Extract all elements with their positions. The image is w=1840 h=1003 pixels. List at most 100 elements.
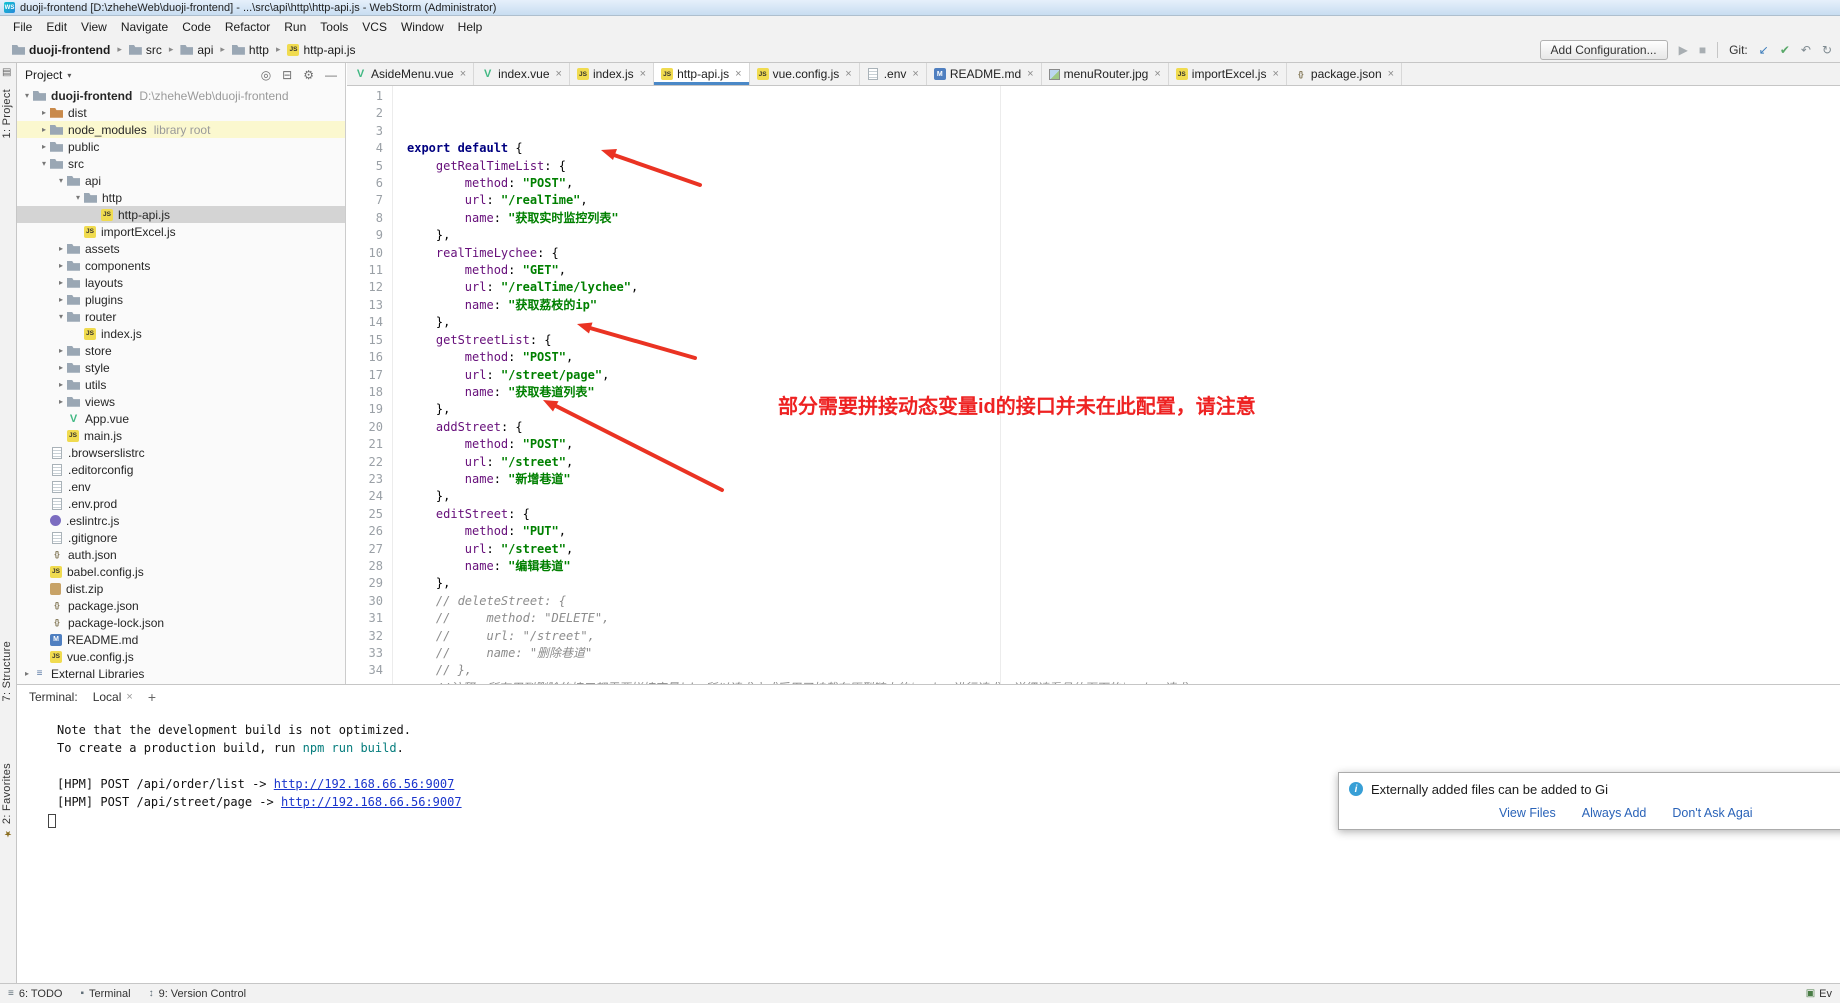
tree-item[interactable]: ▾src [17, 155, 345, 172]
tree-item[interactable]: ▸style [17, 359, 345, 376]
tool-button-favorites[interactable]: ★ 2: Favorites [1, 763, 13, 838]
hide-panel-icon[interactable]: — [325, 68, 337, 82]
breadcrumb-item[interactable]: src [125, 42, 166, 58]
tree-item[interactable]: {}package-lock.json [17, 614, 345, 631]
menu-code[interactable]: Code [175, 18, 218, 36]
breadcrumb-item[interactable]: JShttp-api.js [283, 42, 359, 58]
menu-file[interactable]: File [6, 18, 39, 36]
statusbar-event-log[interactable]: ▣ Ev [1806, 988, 1832, 1000]
tab-close-icon[interactable]: × [126, 691, 132, 703]
tab-close-icon[interactable]: × [1272, 68, 1278, 80]
tab-index.js[interactable]: JSindex.js× [570, 63, 654, 85]
tree-item[interactable]: .editorconfig [17, 461, 345, 478]
menu-edit[interactable]: Edit [39, 18, 74, 36]
notification-action-always-add[interactable]: Always Add [1582, 806, 1647, 820]
tree-item[interactable]: ▸plugins [17, 291, 345, 308]
chevron-right-icon[interactable]: ▸ [21, 669, 33, 678]
editor-code[interactable]: export default { getRealTimeList: { meth… [393, 86, 1840, 684]
menu-refactor[interactable]: Refactor [218, 18, 277, 36]
locate-file-icon[interactable]: ◎ [261, 68, 271, 82]
terminal-cursor[interactable] [48, 814, 56, 828]
tab-http-api.js[interactable]: JShttp-api.js× [654, 63, 749, 85]
tree-item[interactable]: ▸views [17, 393, 345, 410]
breadcrumb-item[interactable]: duoji-frontend [8, 42, 114, 58]
chevron-right-icon[interactable]: ▸ [55, 278, 67, 287]
tree-item[interactable]: .env.prod [17, 495, 345, 512]
tree-item[interactable]: .gitignore [17, 529, 345, 546]
chevron-right-icon[interactable]: ▸ [55, 380, 67, 389]
chevron-down-icon[interactable]: ▾ [72, 193, 84, 202]
notification-action-view-files[interactable]: View Files [1499, 806, 1556, 820]
tree-item[interactable]: .env [17, 478, 345, 495]
chevron-right-icon[interactable]: ▸ [38, 108, 50, 117]
tab-package.json[interactable]: {}package.json× [1287, 63, 1402, 85]
tree-item[interactable]: JShttp-api.js [17, 206, 345, 223]
chevron-right-icon[interactable]: ▸ [55, 363, 67, 372]
tree-item[interactable]: {}auth.json [17, 546, 345, 563]
chevron-right-icon[interactable]: ▸ [38, 125, 50, 134]
chevron-right-icon[interactable]: ▸ [38, 142, 50, 151]
terminal-link[interactable]: http://192.168.66.56:9007 [274, 777, 455, 791]
chevron-right-icon[interactable]: ▸ [55, 346, 67, 355]
statusbar-versioncontrol[interactable]: ↕9: Version Control [149, 988, 246, 1000]
tree-item[interactable]: ▸components [17, 257, 345, 274]
tab-close-icon[interactable]: × [640, 68, 646, 80]
menu-vcs[interactable]: VCS [355, 18, 394, 36]
tab-.env[interactable]: .env× [860, 63, 927, 85]
add-configuration-button[interactable]: Add Configuration... [1540, 40, 1668, 60]
tree-item[interactable]: ▸node_moduleslibrary root [17, 121, 345, 138]
chevron-right-icon[interactable]: ▸ [55, 295, 67, 304]
stop-icon[interactable]: ■ [1699, 44, 1706, 56]
tree-item[interactable]: JSbabel.config.js [17, 563, 345, 580]
tab-index.vue[interactable]: Vindex.vue× [474, 63, 570, 85]
tree-item[interactable]: ▸store [17, 342, 345, 359]
tab-README.md[interactable]: MREADME.md× [927, 63, 1042, 85]
project-panel-title[interactable]: Project [25, 68, 62, 82]
tab-close-icon[interactable]: × [912, 68, 918, 80]
tree-item[interactable]: ▾api [17, 172, 345, 189]
tree-item[interactable]: JSimportExcel.js [17, 223, 345, 240]
tab-menuRouter.jpg[interactable]: menuRouter.jpg× [1042, 63, 1169, 85]
tree-item[interactable]: VApp.vue [17, 410, 345, 427]
tree-item[interactable]: JSmain.js [17, 427, 345, 444]
tool-window-switcher-icon[interactable]: ▤ [2, 67, 11, 78]
chevron-down-icon[interactable]: ▾ [67, 71, 71, 80]
settings-gear-icon[interactable]: ⚙ [303, 68, 314, 82]
statusbar-terminal[interactable]: ▪Terminal [80, 988, 130, 1000]
tab-close-icon[interactable]: × [1027, 68, 1033, 80]
tree-item[interactable]: dist.zip [17, 580, 345, 597]
tab-close-icon[interactable]: × [1388, 68, 1394, 80]
chevron-down-icon[interactable]: ▾ [55, 176, 67, 185]
tree-item[interactable]: JSvue.config.js [17, 648, 345, 665]
statusbar-todo[interactable]: ≡6: TODO [8, 988, 62, 1000]
tree-item[interactable]: .browserslistrc [17, 444, 345, 461]
tree-item[interactable]: {}package.json [17, 597, 345, 614]
tree-item[interactable]: JSindex.js [17, 325, 345, 342]
collapse-all-icon[interactable]: ⊟ [282, 68, 292, 82]
chevron-right-icon[interactable]: ▸ [55, 244, 67, 253]
editor-body[interactable]: 1234567891011121314151617181920212223242… [347, 86, 1840, 684]
menu-window[interactable]: Window [394, 18, 451, 36]
tab-importExcel.js[interactable]: JSimportExcel.js× [1169, 63, 1287, 85]
tab-vue.config.js[interactable]: JSvue.config.js× [750, 63, 860, 85]
tree-item[interactable]: ▸assets [17, 240, 345, 257]
git-commit-icon[interactable]: ✔ [1780, 44, 1790, 56]
revert-icon[interactable]: ↶ [1801, 44, 1811, 56]
breadcrumb-item[interactable]: http [228, 42, 273, 58]
tree-item[interactable]: ▸dist [17, 104, 345, 121]
chevron-down-icon[interactable]: ▾ [21, 91, 33, 100]
chevron-right-icon[interactable]: ▸ [55, 397, 67, 406]
new-terminal-icon[interactable]: + [148, 689, 156, 705]
tree-item[interactable]: ▸utils [17, 376, 345, 393]
notification-action-don-t-ask-agai[interactable]: Don't Ask Agai [1672, 806, 1752, 820]
terminal-link[interactable]: http://192.168.66.56:9007 [281, 795, 462, 809]
tree-item[interactable]: ▸public [17, 138, 345, 155]
history-icon[interactable]: ↻ [1822, 44, 1832, 56]
chevron-down-icon[interactable]: ▾ [55, 312, 67, 321]
run-icon[interactable]: ▶ [1679, 44, 1688, 56]
menu-run[interactable]: Run [277, 18, 313, 36]
tool-button-project[interactable]: 1: Project [1, 89, 13, 138]
tab-close-icon[interactable]: × [845, 68, 851, 80]
menu-tools[interactable]: Tools [313, 18, 355, 36]
menu-help[interactable]: Help [451, 18, 490, 36]
